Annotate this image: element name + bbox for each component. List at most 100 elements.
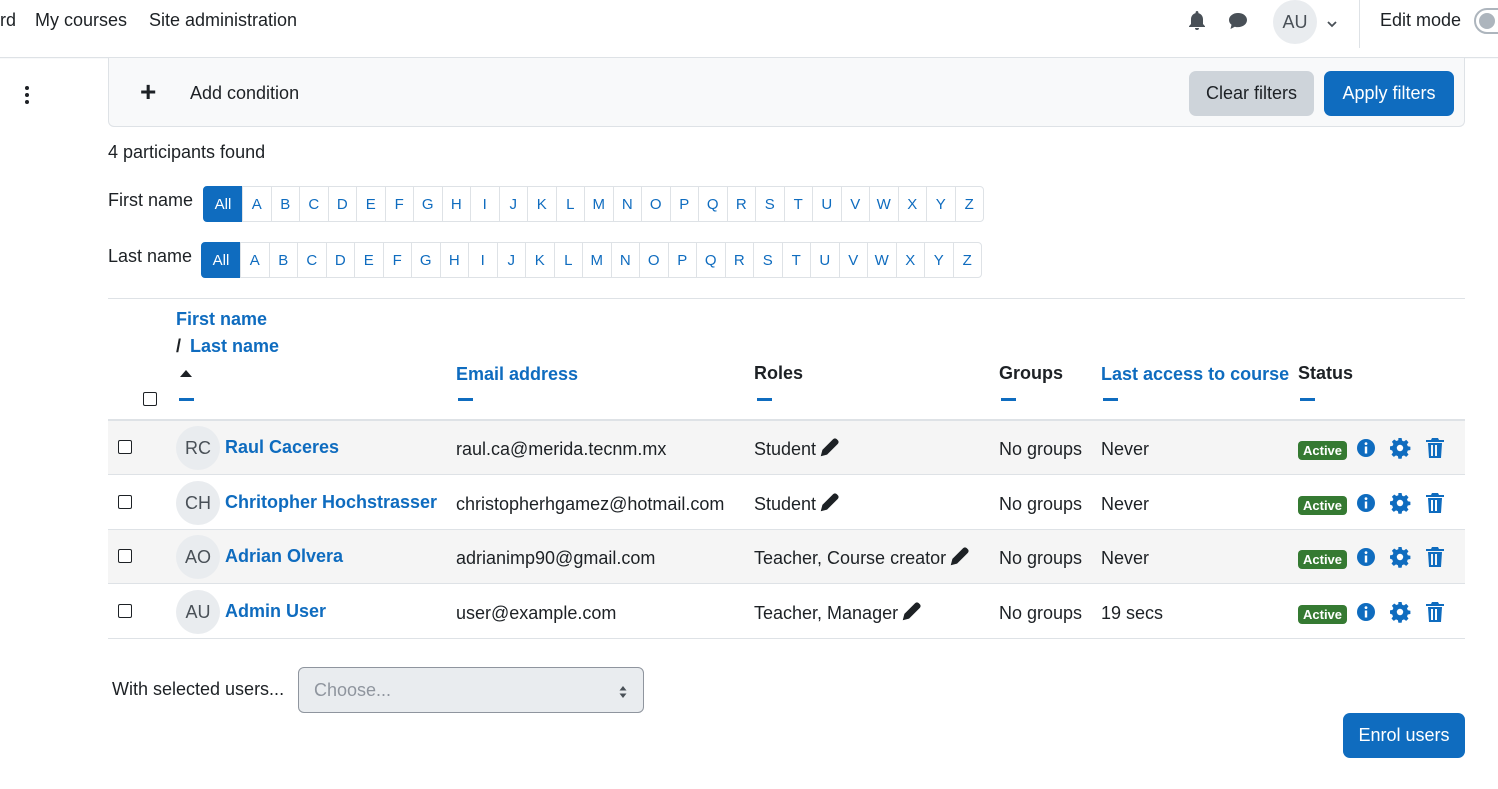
gear-icon[interactable] <box>1389 601 1411 623</box>
first-name-initial-g[interactable]: G <box>413 186 443 222</box>
enrol-users-button[interactable]: Enrol users <box>1343 713 1465 758</box>
last-name-initial-l[interactable]: L <box>553 242 583 278</box>
first-name-initial-h[interactable]: H <box>441 186 471 222</box>
trash-icon[interactable] <box>1425 546 1447 568</box>
last-name-initial-k[interactable]: K <box>525 242 555 278</box>
last-name-initial-c[interactable]: C <box>297 242 327 278</box>
edit-roles-pencil-icon[interactable] <box>950 546 970 571</box>
last-name-initial-u[interactable]: U <box>810 242 840 278</box>
hide-name-column-icon[interactable] <box>179 398 194 401</box>
select-all-checkbox[interactable] <box>143 392 157 406</box>
first-name-initial-s[interactable]: S <box>755 186 785 222</box>
trash-icon[interactable] <box>1425 601 1447 623</box>
last-name-initial-g[interactable]: G <box>411 242 441 278</box>
hide-roles-column-icon[interactable] <box>757 398 772 401</box>
first-name-initial-j[interactable]: J <box>498 186 528 222</box>
user-name-link[interactable]: Admin User <box>225 601 326 622</box>
last-name-initial-j[interactable]: J <box>496 242 526 278</box>
last-name-initial-y[interactable]: Y <box>924 242 954 278</box>
nav-link-site-administration[interactable]: Site administration <box>149 10 297 31</box>
first-name-initial-r[interactable]: R <box>726 186 756 222</box>
info-icon[interactable] <box>1356 602 1378 624</box>
nav-link-my-courses[interactable]: My courses <box>35 10 127 31</box>
last-name-initial-r[interactable]: R <box>724 242 754 278</box>
info-icon[interactable] <box>1356 547 1378 569</box>
first-name-initial-d[interactable]: D <box>327 186 357 222</box>
plus-icon[interactable]: + <box>140 78 156 106</box>
first-name-initial-q[interactable]: Q <box>698 186 728 222</box>
first-name-initial-a[interactable]: A <box>242 186 272 222</box>
first-name-initial-e[interactable]: E <box>356 186 386 222</box>
last-name-initial-t[interactable]: T <box>781 242 811 278</box>
last-name-initial-p[interactable]: P <box>667 242 697 278</box>
last-name-initial-m[interactable]: M <box>582 242 612 278</box>
last-name-initial-f[interactable]: F <box>382 242 412 278</box>
last-name-initial-e[interactable]: E <box>354 242 384 278</box>
hide-status-column-icon[interactable] <box>1300 398 1315 401</box>
first-name-initial-w[interactable]: W <box>869 186 899 222</box>
first-name-initial-k[interactable]: K <box>527 186 557 222</box>
edit-mode-toggle[interactable] <box>1474 8 1498 34</box>
last-name-initial-s[interactable]: S <box>753 242 783 278</box>
first-name-initial-b[interactable]: B <box>270 186 300 222</box>
hide-email-column-icon[interactable] <box>458 398 473 401</box>
first-name-initial-z[interactable]: Z <box>954 186 984 222</box>
kebab-menu-icon[interactable] <box>20 84 34 108</box>
user-name-link[interactable]: Adrian Olvera <box>225 546 343 567</box>
nav-link-dashboard[interactable]: rd <box>0 10 16 31</box>
add-condition-link[interactable]: Add condition <box>190 83 299 104</box>
first-name-initial-l[interactable]: L <box>555 186 585 222</box>
trash-icon[interactable] <box>1425 492 1447 514</box>
first-name-initial-y[interactable]: Y <box>926 186 956 222</box>
last-name-initial-z[interactable]: Z <box>952 242 982 278</box>
row-select-checkbox[interactable] <box>118 604 132 618</box>
first-name-initial-m[interactable]: M <box>584 186 614 222</box>
gear-icon[interactable] <box>1389 437 1411 459</box>
last-name-initial-q[interactable]: Q <box>696 242 726 278</box>
chevron-down-icon[interactable] <box>1326 14 1338 35</box>
row-select-checkbox[interactable] <box>118 495 132 509</box>
first-name-initial-t[interactable]: T <box>783 186 813 222</box>
user-name-link[interactable]: Chritopher Hochstrasser <box>225 492 437 513</box>
info-icon[interactable] <box>1356 438 1378 460</box>
row-select-checkbox[interactable] <box>118 440 132 454</box>
last-name-initial-all[interactable]: All <box>201 242 241 278</box>
last-name-initial-a[interactable]: A <box>240 242 270 278</box>
hide-groups-column-icon[interactable] <box>1001 398 1016 401</box>
last-name-initial-x[interactable]: X <box>895 242 925 278</box>
last-name-initial-h[interactable]: H <box>439 242 469 278</box>
first-name-initial-f[interactable]: F <box>384 186 414 222</box>
user-name-link[interactable]: Raul Caceres <box>225 437 339 458</box>
edit-roles-pencil-icon[interactable] <box>820 437 840 462</box>
sort-last-name-link[interactable]: Last name <box>190 336 279 357</box>
row-select-checkbox[interactable] <box>118 549 132 563</box>
user-avatar[interactable]: AU <box>1273 0 1317 44</box>
first-name-initial-x[interactable]: X <box>897 186 927 222</box>
sort-last-access-link[interactable]: Last access to course <box>1101 364 1289 385</box>
edit-roles-pencil-icon[interactable] <box>820 492 840 517</box>
bell-icon[interactable] <box>1187 10 1209 32</box>
last-name-initial-o[interactable]: O <box>639 242 669 278</box>
first-name-initial-n[interactable]: N <box>612 186 642 222</box>
last-name-initial-v[interactable]: V <box>838 242 868 278</box>
first-name-initial-v[interactable]: V <box>840 186 870 222</box>
hide-last-access-column-icon[interactable] <box>1103 398 1118 401</box>
bulk-action-select[interactable]: Choose... <box>298 667 644 713</box>
gear-icon[interactable] <box>1389 546 1411 568</box>
first-name-initial-o[interactable]: O <box>641 186 671 222</box>
chat-icon[interactable] <box>1227 10 1249 32</box>
first-name-initial-u[interactable]: U <box>812 186 842 222</box>
first-name-initial-p[interactable]: P <box>669 186 699 222</box>
edit-roles-pencil-icon[interactable] <box>902 601 922 626</box>
first-name-initial-c[interactable]: C <box>299 186 329 222</box>
sort-email-link[interactable]: Email address <box>456 364 578 385</box>
last-name-initial-w[interactable]: W <box>867 242 897 278</box>
last-name-initial-b[interactable]: B <box>268 242 298 278</box>
trash-icon[interactable] <box>1425 437 1447 459</box>
first-name-initial-i[interactable]: I <box>470 186 500 222</box>
last-name-initial-n[interactable]: N <box>610 242 640 278</box>
info-icon[interactable] <box>1356 493 1378 515</box>
apply-filters-button[interactable]: Apply filters <box>1324 71 1454 116</box>
first-name-initial-all[interactable]: All <box>203 186 243 222</box>
last-name-initial-d[interactable]: D <box>325 242 355 278</box>
